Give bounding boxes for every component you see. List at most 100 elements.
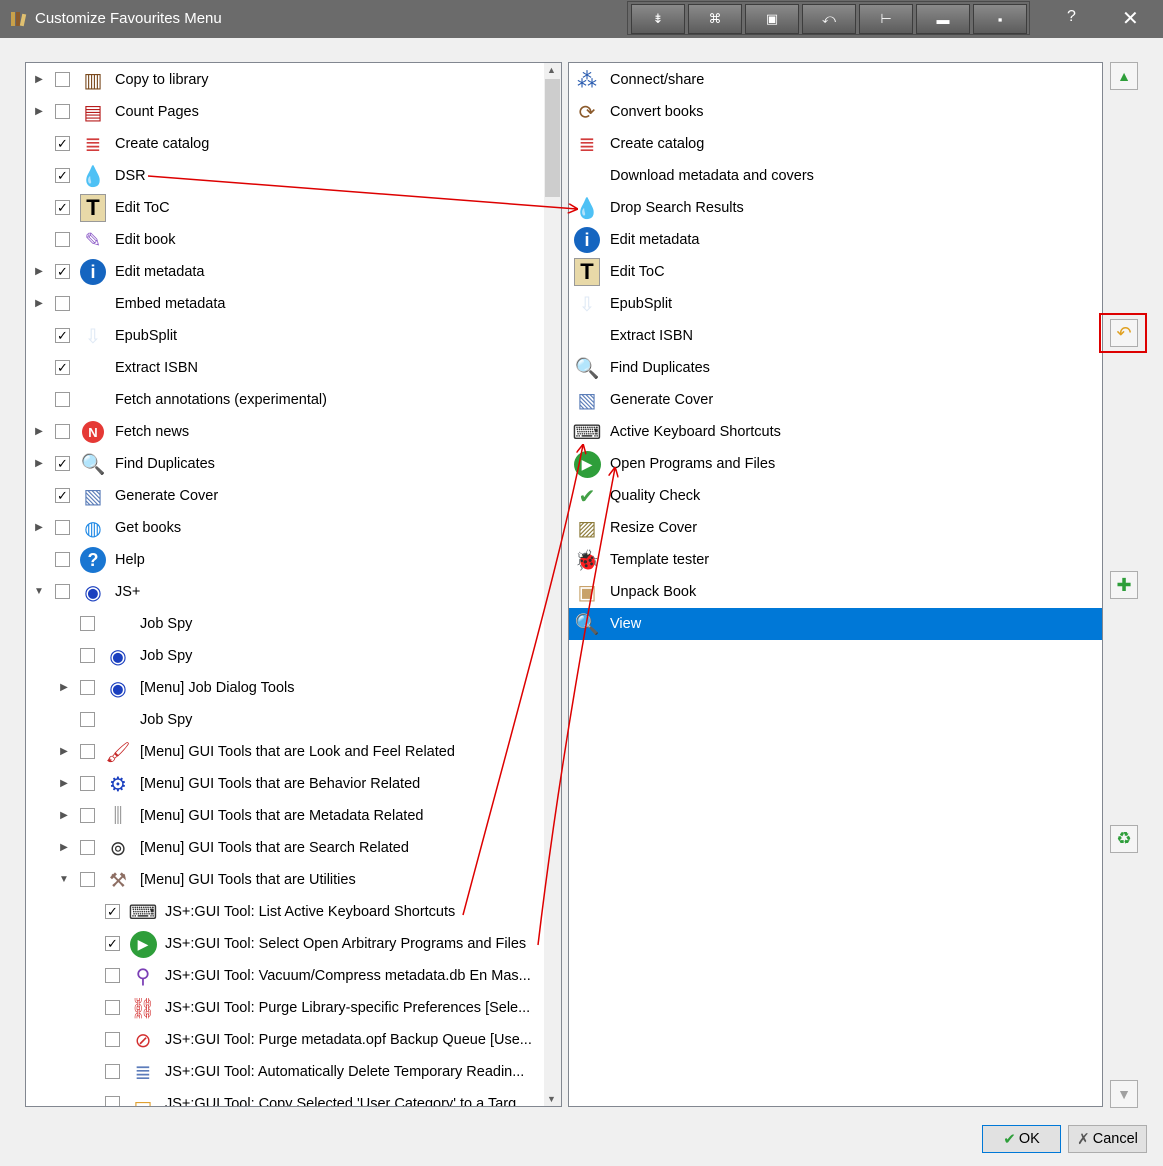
tree-item-menu-gui-tools-that-are-search-related[interactable]: ▶ ⊚ [Menu] GUI Tools that are Search Relat… [26, 832, 544, 864]
tree-item-menu-job-dialog-tools[interactable]: ▶ ◉ [Menu] Job Dialog Tools [26, 672, 544, 704]
checkbox[interactable] [55, 104, 70, 119]
favourite-item-connect-share[interactable]: ⁂ Connect/share [569, 64, 1102, 96]
reset-button[interactable]: ↶ [1110, 319, 1138, 347]
checkbox[interactable] [80, 872, 95, 887]
checkbox[interactable] [55, 392, 70, 407]
tree-item-menu-gui-tools-that-are-look-and-feel-related[interactable]: ▶ 🖌 [Menu] GUI Tools that are Look and Fee… [26, 736, 544, 768]
checkbox[interactable] [55, 552, 70, 567]
tree-item-job-spy[interactable]: Job Spy [26, 704, 544, 736]
tree-item-epubsplit[interactable]: ✓ ⇩ EpubSplit [26, 320, 544, 352]
checkbox[interactable] [55, 232, 70, 247]
tree-item-js-gui-tool-select-open-arbitrary-programs-and-files[interactable]: ✓ ▶ JS+:GUI Tool: Select Open Arbitrary Pr… [26, 928, 544, 960]
checkbox[interactable]: ✓ [55, 456, 70, 471]
expand-arrow-icon[interactable]: ▶ [59, 843, 69, 853]
cancel-button[interactable]: ✗ Cancel [1068, 1125, 1147, 1153]
add-separator-button[interactable]: ✚ [1110, 571, 1138, 599]
toolbar-button-1[interactable]: ⇟ [631, 4, 685, 34]
favourite-item-quality-check[interactable]: ✔ Quality Check [569, 480, 1102, 512]
tree-item-dsr[interactable]: ✓ 💧 DSR [26, 160, 544, 192]
favourite-item-active-keyboard-shortcuts[interactable]: ⌨ Active Keyboard Shortcuts [569, 416, 1102, 448]
toolbar-button-6[interactable]: ▬ [916, 4, 970, 34]
checkbox[interactable]: ✓ [105, 936, 120, 951]
expand-arrow-icon[interactable]: ▶ [34, 523, 44, 533]
tree-item-extract-isbn[interactable]: ✓ ▮▮ Extract ISBN [26, 352, 544, 384]
expand-arrow-icon[interactable]: ▶ [34, 75, 44, 85]
toolbar-button-3[interactable]: ▣ [745, 4, 799, 34]
favourite-item-view[interactable]: 🔍 View [569, 608, 1102, 640]
expand-arrow-icon[interactable]: ▶ [59, 811, 69, 821]
collapse-arrow-icon[interactable]: ▼ [59, 875, 69, 885]
checkbox[interactable]: ✓ [55, 488, 70, 503]
favourite-item-edit-toc[interactable]: T Edit ToC [569, 256, 1102, 288]
checkbox[interactable] [105, 1000, 120, 1015]
checkbox[interactable] [80, 712, 95, 727]
tree-item-js-gui-tool-automatically-delete-temporary-readin[interactable]: ≣ JS+:GUI Tool: Automatically Delete Temp… [26, 1056, 544, 1088]
favourite-item-extract-isbn[interactable]: ▮▮ Extract ISBN [569, 320, 1102, 352]
ok-button[interactable]: ✔ OK [982, 1125, 1061, 1153]
scroll-up-arrow-icon[interactable]: ▲ [547, 65, 556, 75]
checkbox[interactable]: ✓ [55, 136, 70, 151]
tree-item-menu-gui-tools-that-are-metadata-related[interactable]: ▶ ⫼ [Menu] GUI Tools that are Metadata Rel… [26, 800, 544, 832]
checkbox[interactable] [55, 72, 70, 87]
checkbox[interactable] [105, 1032, 120, 1047]
tree-item-help[interactable]: ? Help [26, 544, 544, 576]
tree-item-edit-book[interactable]: ✎ Edit book [26, 224, 544, 256]
toolbar-button-4[interactable]: ⤺ [802, 4, 856, 34]
checkbox[interactable] [105, 1064, 120, 1079]
checkbox[interactable] [55, 584, 70, 599]
checkbox[interactable] [55, 296, 70, 311]
favourite-item-convert-books[interactable]: ⟳ Convert books [569, 96, 1102, 128]
checkbox[interactable]: ✓ [55, 264, 70, 279]
favourite-item-open-programs-and-files[interactable]: ▶ Open Programs and Files [569, 448, 1102, 480]
scroll-down-arrow-icon[interactable]: ▼ [547, 1094, 556, 1104]
favourites-list[interactable]: ⁂ Connect/share ⟳ Convert books ≣ Create cata… [568, 62, 1103, 1107]
checkbox[interactable] [105, 1096, 120, 1106]
tree-item-js-gui-tool-vacuum-compress-metadata-db-en-mas[interactable]: ⚲ JS+:GUI Tool: Vacuum/Compress metadata.… [26, 960, 544, 992]
expand-arrow-icon[interactable]: ▶ [59, 779, 69, 789]
left-scrollbar[interactable]: ▲ ▼ [544, 63, 561, 1106]
close-button[interactable]: ✕ [1122, 6, 1139, 31]
tree-item-menu-gui-tools-that-are-behavior-related[interactable]: ▶ ⚙ [Menu] GUI Tools that are Behavior Rel… [26, 768, 544, 800]
favourite-item-epubsplit[interactable]: ⇩ EpubSplit [569, 288, 1102, 320]
tree-item-find-duplicates[interactable]: ▶ ✓ 🔍 Find Duplicates [26, 448, 544, 480]
tree-item-embed-metadata[interactable]: ▶ ✒ Embed metadata [26, 288, 544, 320]
tree-item-edit-toc[interactable]: ✓ T Edit ToC [26, 192, 544, 224]
checkbox[interactable] [80, 744, 95, 759]
expand-arrow-icon[interactable]: ▶ [59, 747, 69, 757]
toolbar-button-2[interactable]: ⌘ [688, 4, 742, 34]
tree-item-fetch-news[interactable]: ▶ N Fetch news [26, 416, 544, 448]
checkbox[interactable] [105, 968, 120, 983]
checkbox[interactable] [80, 648, 95, 663]
move-down-button[interactable]: ▼ [1110, 1080, 1138, 1108]
favourite-item-download-metadata-and-covers[interactable]: Download metadata and covers [569, 160, 1102, 192]
help-button[interactable]: ? [1067, 8, 1076, 26]
checkbox[interactable] [80, 776, 95, 791]
remove-button[interactable]: ♻ [1110, 825, 1138, 853]
favourite-item-resize-cover[interactable]: ▨ Resize Cover [569, 512, 1102, 544]
tree-item-menu-gui-tools-that-are-utilities[interactable]: ▼ ⚒ [Menu] GUI Tools that are Utilities [26, 864, 544, 896]
favourite-item-edit-metadata[interactable]: i Edit metadata [569, 224, 1102, 256]
favourite-item-create-catalog[interactable]: ≣ Create catalog [569, 128, 1102, 160]
checkbox[interactable] [55, 520, 70, 535]
available-actions-tree[interactable]: ▶ ▥ Copy to library ▶ ▤ Count Pages ✓ ≣ Create c… [25, 62, 562, 1107]
favourite-item-drop-search-results[interactable]: 💧 Drop Search Results [569, 192, 1102, 224]
tree-item-fetch-annotations-experimental[interactable]: Fetch annotations (experimental) [26, 384, 544, 416]
tree-item-copy-to-library[interactable]: ▶ ▥ Copy to library [26, 64, 544, 96]
checkbox[interactable]: ✓ [105, 904, 120, 919]
tree-item-job-spy[interactable]: Job Spy [26, 608, 544, 640]
tree-item-js-gui-tool-copy-selected-user-category-to-a-targ[interactable]: ▭ JS+:GUI Tool: Copy Selected 'User Categ… [26, 1088, 544, 1106]
tree-item-job-spy[interactable]: ◉ Job Spy [26, 640, 544, 672]
checkbox[interactable] [80, 680, 95, 695]
toolbar-button-5[interactable]: ⊢ [859, 4, 913, 34]
expand-arrow-icon[interactable]: ▶ [59, 683, 69, 693]
tree-item-js-gui-tool-purge-library-specific-preferences-sele[interactable]: ⛓ JS+:GUI Tool: Purge Library-specific Pr… [26, 992, 544, 1024]
tree-item-js-gui-tool-purge-metadata-opf-backup-queue-use[interactable]: ⊘ JS+:GUI Tool: Purge metadata.opf Backup… [26, 1024, 544, 1056]
expand-arrow-icon[interactable]: ▶ [34, 427, 44, 437]
tree-item-count-pages[interactable]: ▶ ▤ Count Pages [26, 96, 544, 128]
checkbox[interactable]: ✓ [55, 200, 70, 215]
checkbox[interactable] [80, 616, 95, 631]
toolbar-button-7[interactable]: ▪ [973, 4, 1027, 34]
favourite-item-unpack-book[interactable]: ▣ Unpack Book [569, 576, 1102, 608]
expand-arrow-icon[interactable]: ▶ [34, 459, 44, 469]
checkbox[interactable]: ✓ [55, 360, 70, 375]
